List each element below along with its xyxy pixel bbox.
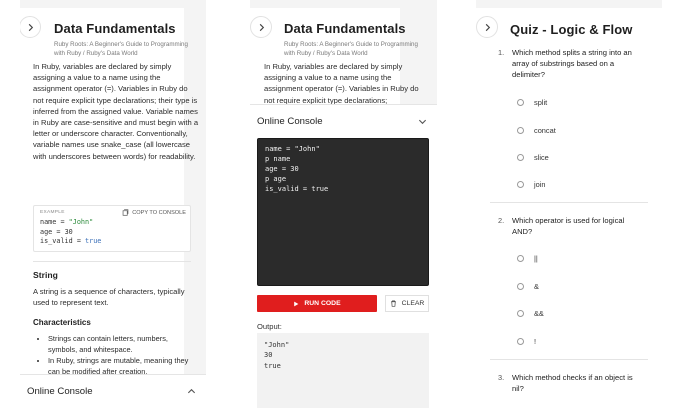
copy-to-console-button[interactable]: COPY TO CONSOLE — [122, 209, 186, 216]
output-line: "John" — [264, 341, 290, 349]
question-text: Which operator is used for logical AND? — [512, 216, 625, 236]
question-number: 2. — [498, 216, 505, 225]
play-icon — [294, 301, 299, 306]
question-number: 3. — [498, 373, 505, 382]
quiz-option[interactable]: ! — [517, 337, 536, 346]
output-text: "John" 30 true — [264, 340, 289, 371]
run-code-label: RUN CODE — [304, 300, 341, 307]
code-text: name = — [40, 218, 69, 226]
quiz-panel: Quiz - Logic & Flow 1. Which method spli… — [476, 0, 662, 408]
list-item: Strings can contain letters, numbers, sy… — [48, 333, 198, 355]
copy-icon — [122, 209, 129, 216]
console-panel: Online Console name = "John" p name age … — [250, 104, 437, 408]
section-title: String — [33, 270, 58, 280]
code-text: is_valid = — [40, 237, 86, 246]
chevron-right-icon — [485, 23, 490, 31]
code-line: name = "John" — [265, 145, 320, 153]
editor-code[interactable]: name = "John" p name age = 30 p age is_v… — [265, 144, 328, 194]
option-label: ! — [534, 337, 537, 346]
code-line: age = 30 — [265, 165, 299, 173]
quiz-option[interactable]: & — [517, 282, 539, 291]
quiz-option[interactable]: && — [517, 309, 544, 318]
expand-sidebar-button[interactable] — [476, 16, 498, 38]
quiz-option[interactable]: || — [517, 254, 538, 263]
quiz-option[interactable]: split — [517, 98, 547, 107]
code-text: age = — [40, 227, 65, 236]
divider — [490, 359, 648, 360]
radio-button[interactable] — [517, 127, 524, 134]
code-line: is_valid = true — [265, 185, 329, 193]
expand-sidebar-button[interactable] — [250, 16, 272, 38]
radio-button[interactable] — [517, 99, 524, 106]
radio-button[interactable] — [517, 338, 524, 345]
example-code: name = "John" age = 30 is_valid = true — [40, 218, 101, 247]
option-label: || — [534, 254, 538, 263]
code-line: name = "John" — [40, 218, 101, 228]
run-code-button[interactable]: RUN CODE — [257, 295, 377, 312]
lesson-panel-console: Data Fundamentals Ruby Roots: A Beginner… — [250, 0, 437, 408]
code-line: p name — [265, 155, 291, 163]
page-title: Data Fundamentals — [284, 21, 406, 36]
characteristics-title: Characteristics — [33, 318, 91, 327]
radio-button[interactable] — [517, 255, 524, 262]
section-text: A string is a sequence of characters, ty… — [33, 287, 185, 308]
option-label: slice — [534, 153, 549, 162]
example-label: EXAMPLE — [40, 210, 65, 215]
string-literal: "John" — [68, 218, 94, 226]
code-editor[interactable]: name = "John" p name age = 30 p age is_v… — [257, 138, 429, 286]
radio-button[interactable] — [517, 310, 524, 317]
divider — [490, 202, 648, 203]
console-collapsed-bar[interactable]: Online Console — [20, 374, 206, 408]
number-literal: 30 — [64, 227, 73, 236]
code-line: is_valid = true — [40, 237, 101, 247]
characteristics-list: Strings can contain letters, numbers, sy… — [38, 333, 198, 377]
breadcrumb: Ruby Roots: A Beginner's Guide to Progra… — [54, 41, 188, 57]
option-label: concat — [534, 126, 556, 135]
copy-to-console-label: COPY TO CONSOLE — [132, 209, 186, 216]
option-label: join — [534, 180, 546, 189]
page-title: Data Fundamentals — [54, 21, 176, 36]
quiz-option[interactable]: concat — [517, 126, 556, 135]
code-example: EXAMPLE COPY TO CONSOLE name = "John" ag… — [33, 205, 191, 252]
intro-paragraph: In Ruby, variables are declared by simpl… — [33, 62, 199, 161]
divider — [33, 261, 191, 262]
intro-paragraph: In Ruby, variables are declared by simpl… — [264, 62, 419, 105]
output-label: Output: — [257, 322, 282, 331]
radio-button[interactable] — [517, 283, 524, 290]
chevron-right-icon — [259, 23, 264, 31]
console-title: Online Console — [257, 116, 323, 127]
radio-button[interactable] — [517, 181, 524, 188]
breadcrumb: Ruby Roots: A Beginner's Guide to Progra… — [284, 41, 418, 57]
quiz-option[interactable]: slice — [517, 153, 549, 162]
boolean-literal: true — [85, 237, 102, 246]
chevron-up-icon[interactable] — [187, 387, 196, 396]
radio-button[interactable] — [517, 154, 524, 161]
question-number: 1. — [498, 48, 505, 57]
clear-label: CLEAR — [401, 300, 425, 307]
console-title: Online Console — [27, 386, 93, 397]
chevron-right-icon — [28, 23, 33, 31]
quiz-option[interactable]: join — [517, 180, 546, 189]
chevron-down-icon[interactable] — [418, 117, 427, 126]
output-line: 30 — [264, 351, 273, 360]
option-label: split — [534, 98, 548, 107]
expand-sidebar-button[interactable] — [20, 16, 41, 38]
option-label: & — [534, 282, 539, 291]
clear-button[interactable]: CLEAR — [385, 295, 429, 312]
quiz-title: Quiz - Logic & Flow — [510, 22, 633, 37]
code-line: p age — [265, 175, 287, 183]
output-line: true — [264, 361, 281, 370]
question-text: Which method splits a string into an arr… — [512, 48, 632, 79]
lesson-panel-reading: Data Fundamentals Ruby Roots: A Beginner… — [20, 0, 206, 408]
code-line: age = 30 — [40, 228, 101, 238]
output-box: "John" 30 true — [257, 333, 429, 408]
option-label: && — [534, 309, 544, 318]
question-text: Which method checks if an object is nil? — [512, 373, 633, 393]
trash-icon — [390, 300, 396, 307]
